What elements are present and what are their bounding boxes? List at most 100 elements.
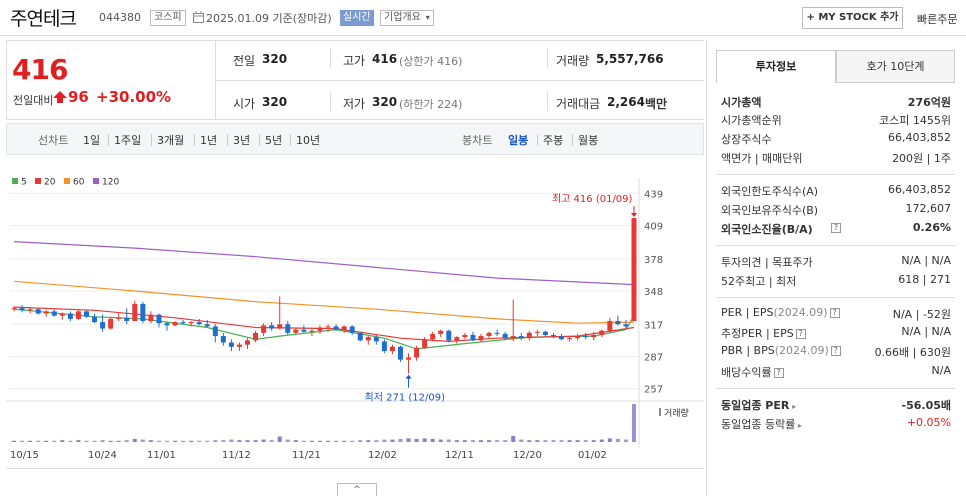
volume-label: 거래량	[664, 407, 689, 419]
row-industry-per[interactable]: 동일업종 PER ▸ -56.05배	[721, 397, 951, 414]
volume-bar	[551, 440, 556, 442]
volume-bar	[84, 440, 89, 442]
volume-bar	[350, 440, 355, 442]
period-tab-0[interactable]: 1일	[83, 132, 100, 148]
low-label: 저가	[343, 97, 366, 111]
realtime-badge[interactable]: 실시간	[340, 10, 374, 26]
change-value: 96	[68, 88, 89, 106]
x-tick-label: 12/20	[513, 450, 542, 461]
volume-bar	[92, 440, 97, 442]
help-icon[interactable]: ?	[795, 329, 806, 339]
candle-body	[470, 334, 476, 341]
volume-bar	[462, 440, 467, 442]
week52-value: 618 | 271	[898, 273, 951, 286]
market-cap-value: 276억원	[907, 96, 951, 109]
divider	[547, 91, 548, 111]
volume-bar	[503, 440, 508, 442]
candle-body	[373, 337, 379, 342]
divider	[716, 297, 955, 298]
volume-bar	[422, 438, 427, 442]
volume-bar	[454, 440, 459, 442]
volume-bar	[213, 440, 218, 442]
ma-line-ma5	[13, 308, 635, 350]
tab-invest-info[interactable]: 투자정보	[716, 50, 836, 83]
par-value: 200원 | 1주	[892, 152, 951, 165]
divider	[716, 388, 955, 389]
candle-chart-tab[interactable]: 봉차트	[462, 132, 492, 148]
candle-body	[19, 308, 25, 311]
help-icon[interactable]: ?	[829, 308, 840, 318]
candle-period-tab-2[interactable]: 월봉	[578, 132, 598, 148]
help-icon[interactable]: ?	[830, 346, 841, 356]
row-foreign-rate: 외국인소진율(B/A)? 0.26%	[721, 221, 951, 238]
candle-body	[575, 336, 581, 339]
tab-separator	[194, 134, 195, 146]
industry-per-label: 동일업종 PER	[721, 399, 790, 412]
volume-bar	[140, 439, 145, 442]
x-tick-label: 01/02	[578, 450, 607, 461]
row-par: 액면가 | 매매단위 200원 | 1주	[721, 150, 951, 167]
volume-bar	[20, 440, 25, 442]
divider	[716, 245, 955, 246]
min-annotation: 최저 271 (12/09)	[365, 392, 446, 404]
divider	[330, 91, 331, 111]
line-chart-tab[interactable]: 선차트	[38, 132, 68, 148]
chevron-right-icon: ▸	[795, 421, 802, 430]
period-tab-5[interactable]: 5년	[265, 132, 282, 148]
week52-label: 52주최고 | 최저	[721, 275, 797, 288]
period-tab-6[interactable]: 10년	[296, 132, 320, 148]
candle-body	[228, 342, 234, 347]
volume-bar	[527, 440, 532, 442]
pbr-value: 0.66배 | 630원	[874, 346, 951, 359]
volume-bar	[519, 439, 524, 442]
x-tick-label: 12/02	[368, 450, 397, 461]
candle-body	[220, 336, 226, 343]
volume-bar	[309, 440, 314, 442]
shares-label: 상장주식수	[721, 133, 772, 146]
volume-bar	[124, 440, 129, 442]
candle-body	[349, 326, 355, 333]
row-industry-rate[interactable]: 동일업종 등락률 ▸ +0.05%	[721, 416, 951, 433]
candle-body	[285, 324, 291, 333]
period-tab-2[interactable]: 3개월	[157, 132, 184, 148]
high-value: 416	[372, 52, 398, 66]
collapse-toggle[interactable]: ^	[337, 483, 377, 496]
tab-separator	[572, 134, 573, 146]
per-date: (2024.09)	[773, 306, 828, 319]
current-price: 416	[12, 53, 68, 86]
period-tab-1[interactable]: 1주일	[114, 132, 141, 148]
add-my-stock-button[interactable]: + MY STOCK 추가	[802, 7, 903, 29]
candle-body	[406, 357, 412, 360]
industry-per-value: -56.05배	[901, 399, 951, 412]
volume-bar	[197, 440, 202, 442]
foreign-rate-value: 0.26%	[912, 221, 951, 234]
volume-bar	[253, 440, 258, 442]
tab-quote-10[interactable]: 호가 10단계	[836, 50, 955, 83]
volume-value: 5,557,766	[596, 52, 664, 66]
candle-period-tab-1[interactable]: 주봉	[543, 132, 563, 148]
volume-bar	[623, 439, 628, 442]
max-arrow-head	[630, 213, 637, 218]
candle-period-tab-0[interactable]: 일봉	[508, 132, 528, 148]
volume-bar	[559, 440, 564, 442]
candle-body	[180, 322, 186, 324]
help-icon[interactable]: ?	[831, 223, 841, 233]
quick-order-link[interactable]: 빠른주문	[917, 11, 957, 27]
candle-body	[108, 318, 114, 329]
row-shares: 상장주식수 66,403,852	[721, 131, 951, 148]
volume-bar	[173, 440, 178, 442]
opinion-label: 투자의견 | 목표주가	[721, 256, 813, 269]
legend-swatch	[12, 178, 18, 184]
period-tab-3[interactable]: 1년	[200, 132, 217, 148]
candle-body	[11, 308, 17, 310]
help-icon[interactable]: ?	[773, 368, 784, 378]
candle-body	[623, 324, 629, 327]
candle-body	[631, 218, 637, 322]
candle-body	[325, 326, 331, 328]
volume-bar	[374, 440, 379, 442]
volume-bar	[326, 440, 331, 442]
candle-body	[414, 347, 420, 358]
company-overview-dropdown[interactable]: 기업개요 ▾	[380, 10, 434, 26]
volume-bar	[583, 440, 588, 442]
period-tab-4[interactable]: 3년	[233, 132, 250, 148]
